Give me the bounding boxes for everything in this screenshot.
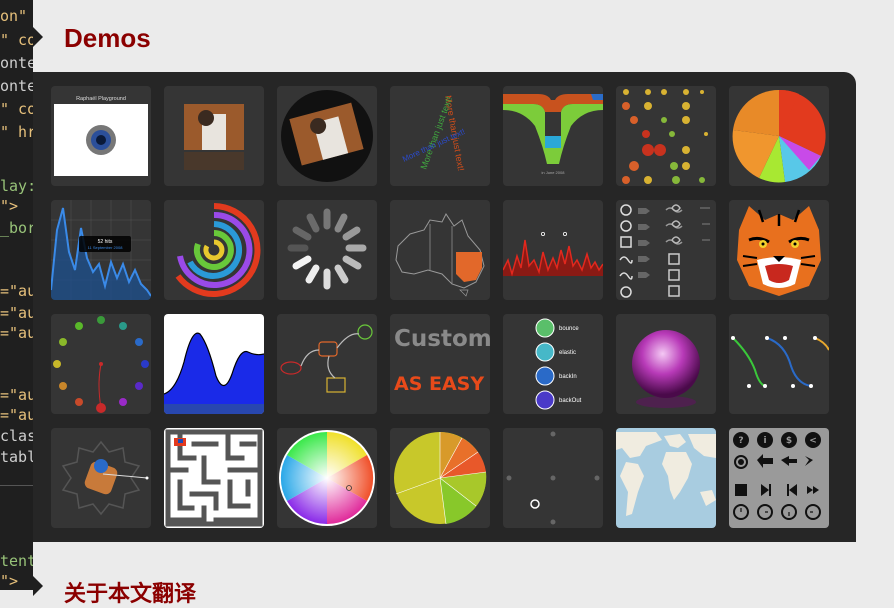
demo-fancy-text[interactable]: Custom AS EASY xyxy=(390,314,490,414)
svg-text:?: ? xyxy=(738,436,743,446)
demo-graffle[interactable] xyxy=(277,314,377,414)
svg-text:Raphaël Playground: Raphaël Playground xyxy=(76,96,126,102)
demo-dots-chart[interactable] xyxy=(616,86,716,186)
svg-text:in June 2008: in June 2008 xyxy=(542,170,566,175)
svg-text:backIn: backIn xyxy=(559,374,577,380)
code-line: ="au xyxy=(0,282,33,300)
svg-text:backOut: backOut xyxy=(559,398,582,404)
demo-tiger[interactable] xyxy=(729,200,829,300)
demo-playground[interactable]: Raphaël Playground xyxy=(51,86,151,186)
svg-text:i: i xyxy=(763,436,766,446)
svg-text:$: $ xyxy=(786,436,792,446)
translation-heading: 关于本文翻译 xyxy=(64,581,197,606)
demo-image-reflection[interactable] xyxy=(164,86,264,186)
demo-polar-clock[interactable] xyxy=(164,200,264,300)
demo-easing[interactable]: bounce elastic backIn backOut xyxy=(503,314,603,414)
demo-australia-map[interactable] xyxy=(390,200,490,300)
code-line: " co xyxy=(0,100,33,118)
code-line: ="au xyxy=(0,386,33,404)
code-line: "> xyxy=(0,197,19,215)
demo-world-map[interactable] xyxy=(616,428,716,528)
divider xyxy=(0,485,33,486)
demo-pie-chart[interactable] xyxy=(729,86,829,186)
code-line: "> xyxy=(0,572,19,590)
demo-color-wheel[interactable] xyxy=(277,428,377,528)
demo-line-chart[interactable] xyxy=(503,200,603,300)
svg-text:<: < xyxy=(809,436,817,446)
code-line: onte xyxy=(0,54,33,72)
code-line: ="au xyxy=(0,406,33,424)
code-line: _bor xyxy=(0,219,33,237)
demo-pie-slices[interactable] xyxy=(390,428,490,528)
demo-analytics[interactable]: 52 hits 11 September 2008 xyxy=(51,200,151,300)
demo-bezier-curves[interactable] xyxy=(729,314,829,414)
demos-gallery: Raphaël Playground More than just text! xyxy=(33,72,856,542)
demo-color-circle-dots[interactable] xyxy=(51,314,151,414)
demo-ball[interactable] xyxy=(616,314,716,414)
svg-text:Custom: Custom xyxy=(394,326,490,352)
code-line: ="au xyxy=(0,324,33,342)
code-line: clas xyxy=(0,427,33,445)
demo-maze[interactable] xyxy=(164,428,264,528)
demo-image-rotation[interactable] xyxy=(277,86,377,186)
code-line: " co xyxy=(0,31,33,49)
code-line: lay: xyxy=(0,177,33,195)
code-line: onte xyxy=(0,77,33,95)
demo-spinner[interactable] xyxy=(277,200,377,300)
demo-streamgraph[interactable]: in June 2008 xyxy=(503,86,603,186)
svg-text:bounce: bounce xyxy=(559,326,579,332)
code-line: tent xyxy=(0,552,33,570)
demo-gear-wheel[interactable] xyxy=(51,428,151,528)
demo-icon-set[interactable]: ? i $ < xyxy=(729,428,829,528)
section-marker xyxy=(33,576,43,596)
code-line: " hr xyxy=(0,123,33,141)
demo-dots-orbit[interactable] xyxy=(503,428,603,528)
code-line: tabl xyxy=(0,448,33,466)
svg-text:AS EASY: AS EASY xyxy=(394,373,484,395)
section-marker xyxy=(33,27,43,47)
svg-text:11 September 2008: 11 September 2008 xyxy=(88,245,124,250)
code-line: on" xyxy=(0,7,28,25)
demos-heading: Demos xyxy=(64,23,151,53)
code-line: ="au xyxy=(0,304,33,322)
code-editor-strip: on" " co onte onte " co " hr lay: "> _bo… xyxy=(0,0,33,590)
demo-text-rotation[interactable]: More than just text! More than just text… xyxy=(390,86,490,186)
svg-text:elastic: elastic xyxy=(559,350,576,356)
demo-shapes-morph[interactable] xyxy=(616,200,716,300)
demo-curve-area[interactable] xyxy=(164,314,264,414)
